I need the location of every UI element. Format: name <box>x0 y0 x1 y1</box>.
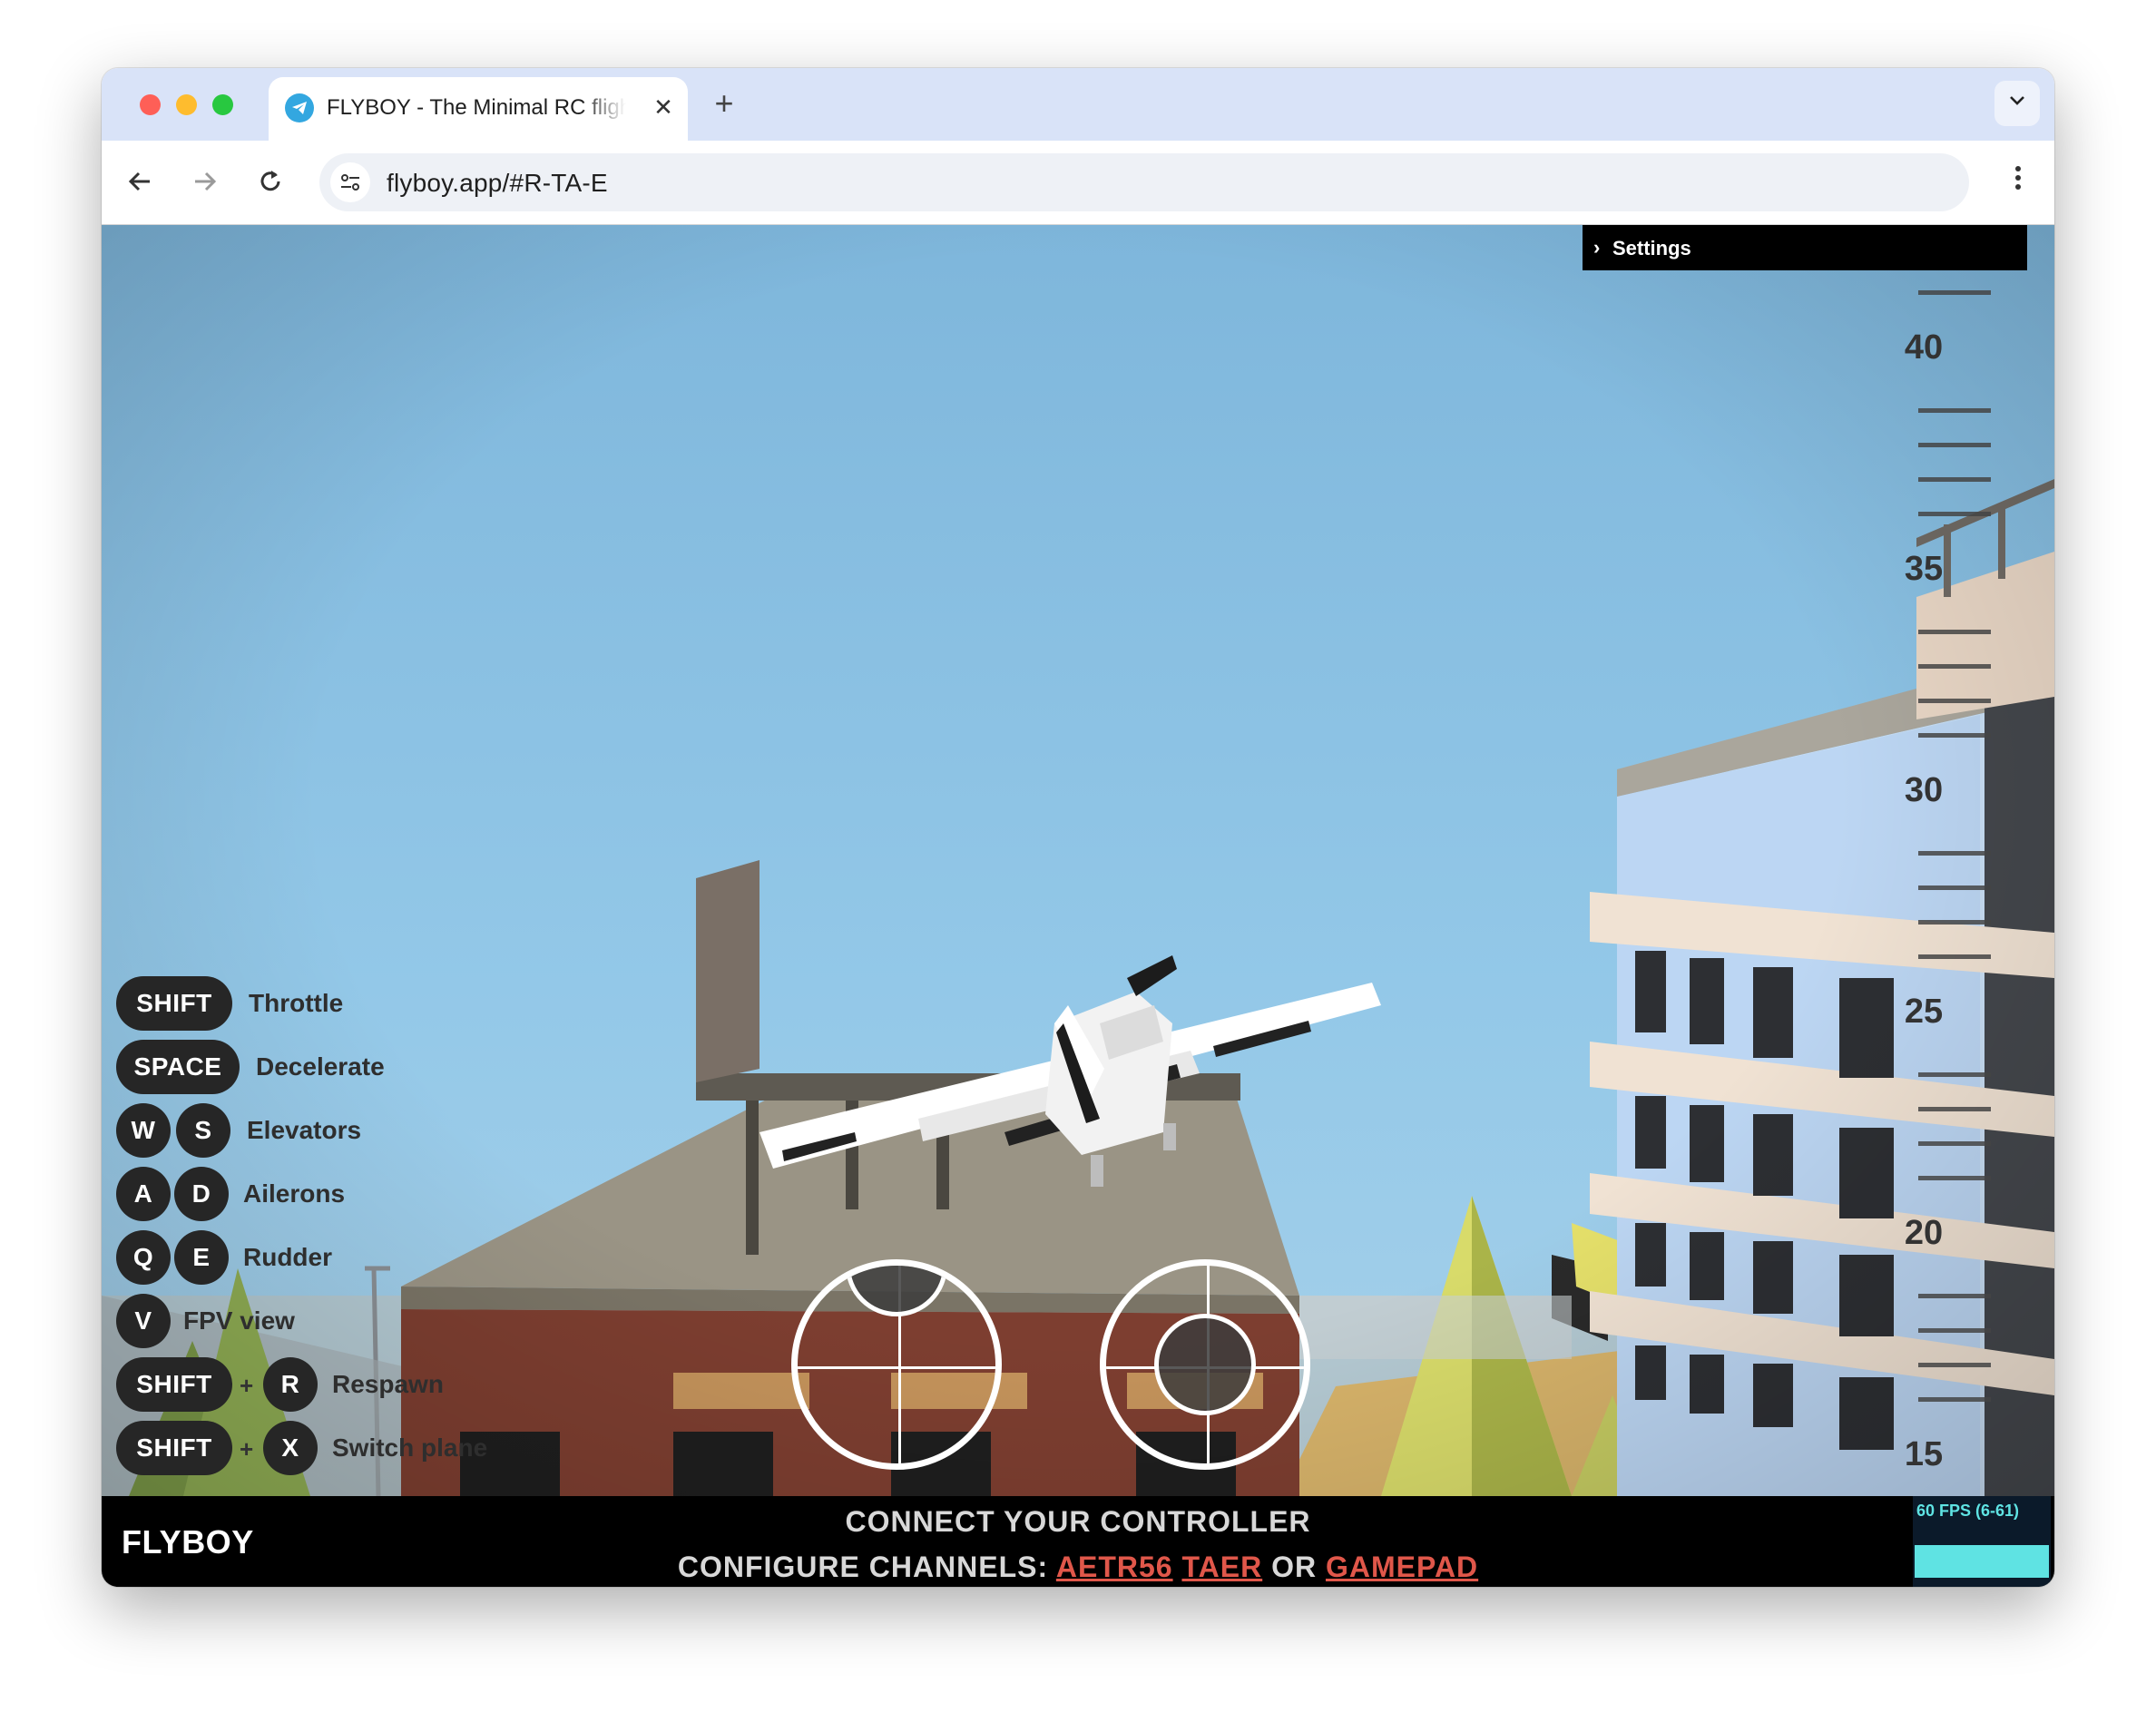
key-e: E <box>174 1230 229 1285</box>
altimeter-label: 35 <box>1904 550 1944 588</box>
control-label-decelerate: Decelerate <box>256 1052 385 1081</box>
settings-label: Settings <box>1612 237 1691 259</box>
key-shift: SHIFT <box>116 1357 232 1412</box>
control-label-respawn: Respawn <box>332 1370 444 1398</box>
back-button[interactable] <box>122 164 158 201</box>
control-label-switch-plane: Switch plane <box>332 1433 488 1462</box>
address-bar[interactable]: flyboy.app/#R-TA-E <box>319 153 1969 211</box>
forward-button[interactable] <box>187 164 223 201</box>
altimeter-tick <box>1918 954 1991 959</box>
connect-controller-text: CONNECT YOUR CONTROLLER <box>845 1505 1311 1538</box>
close-window-button[interactable] <box>140 94 161 115</box>
configure-prefix: CONFIGURE CHANNELS: <box>677 1551 1049 1583</box>
settings-panel-toggle[interactable]: › Settings <box>1583 225 2027 270</box>
altimeter-tick <box>1918 1176 1991 1180</box>
close-tab-icon[interactable]: ✕ <box>650 93 677 121</box>
minimize-window-button[interactable] <box>176 94 197 115</box>
right-stick-knob[interactable] <box>1154 1314 1256 1415</box>
tab-flyboy[interactable]: FLYBOY - The Minimal RC flight simulator… <box>269 77 688 141</box>
or-text: OR <box>1271 1551 1318 1583</box>
key-d: D <box>174 1167 229 1221</box>
key-space: SPACE <box>116 1040 240 1094</box>
configure-channels: CONFIGURE CHANNELS: AETR56 TAER OR GAMEP… <box>102 1551 2054 1584</box>
altimeter-tick <box>1918 1328 1991 1333</box>
tab-search-button[interactable] <box>1994 81 2040 126</box>
key-r: R <box>263 1357 318 1412</box>
link-gamepad[interactable]: GAMEPAD <box>1326 1551 1478 1583</box>
site-info-icon[interactable] <box>330 162 370 202</box>
altimeter-tick <box>1918 1397 1991 1402</box>
fps-graph <box>1915 1545 2049 1578</box>
url-text: flyboy.app/#R-TA-E <box>387 169 608 197</box>
arrow-right-icon <box>195 171 217 191</box>
altimeter-label: 30 <box>1904 771 1944 809</box>
fps-meter: 60 FPS (6-61) <box>1913 1496 2051 1587</box>
right-stick[interactable] <box>1100 1259 1310 1470</box>
altimeter-tick <box>1918 443 1991 447</box>
altimeter-tick <box>1918 1141 1991 1146</box>
maximize-window-button[interactable] <box>212 94 233 115</box>
altimeter-label: 20 <box>1904 1214 1944 1252</box>
altimeter-tick <box>1918 1072 1991 1077</box>
tab-title: FLYBOY - The Minimal RC flight simulator <box>327 95 626 120</box>
altimeter-tick <box>1918 920 1991 925</box>
roof-sign <box>696 860 760 1082</box>
link-taer[interactable]: TAER <box>1181 1551 1262 1583</box>
altimeter-label: 40 <box>1904 328 1944 367</box>
left-stick-knob[interactable] <box>846 1266 947 1316</box>
altimeter-tick <box>1918 290 1991 295</box>
altimeter-label: 15 <box>1904 1435 1944 1473</box>
key-v: V <box>116 1294 171 1348</box>
control-label-throttle: Throttle <box>249 989 344 1017</box>
key-q: Q <box>116 1230 171 1285</box>
control-label-rudder: Rudder <box>243 1243 332 1271</box>
altimeter-tick <box>1918 885 1991 890</box>
fps-label: 60 FPS (6-61) <box>1916 1502 2020 1520</box>
browser-menu-icon[interactable] <box>2000 164 2036 201</box>
control-label-fpv-view: FPV view <box>183 1306 295 1335</box>
link-aetr56[interactable]: AETR56 <box>1056 1551 1173 1583</box>
altimeter-tick <box>1918 1294 1991 1298</box>
bottom-bar: FLYBOY CONNECT YOUR CONTROLLER CONFIGURE… <box>102 1496 2054 1587</box>
plus-sign: + <box>240 1435 254 1463</box>
key-a: A <box>116 1167 171 1221</box>
control-label-elevators: Elevators <box>247 1116 362 1144</box>
control-label-ailerons: Ailerons <box>243 1179 346 1208</box>
altimeter-tick <box>1918 664 1991 669</box>
altimeter-tick <box>1918 630 1991 634</box>
tab-strip: FLYBOY - The Minimal RC flight simulator… <box>102 68 2054 141</box>
left-stick[interactable] <box>791 1259 1002 1470</box>
reload-icon <box>260 171 280 191</box>
game-scene[interactable] <box>102 225 2054 1496</box>
altimeter-tick <box>1918 408 1991 413</box>
game-viewport[interactable]: › Settings 40 35 30 25 20 15 SHIFT Throt… <box>102 225 2054 1587</box>
altimeter-tick <box>1918 733 1991 738</box>
altimeter-tick <box>1918 699 1991 703</box>
arrow-left-icon <box>128 171 150 191</box>
browser-toolbar: flyboy.app/#R-TA-E <box>102 141 2054 225</box>
altimeter-tick <box>1918 477 1991 482</box>
reload-button[interactable] <box>252 164 289 201</box>
paper-plane-icon <box>285 93 314 122</box>
key-shift: SHIFT <box>116 1421 232 1475</box>
key-w: W <box>116 1103 171 1158</box>
key-x: X <box>263 1421 318 1475</box>
altimeter-label: 25 <box>1904 993 1944 1031</box>
altimeter-tick <box>1918 1107 1991 1111</box>
chevron-right-icon: › <box>1593 236 1601 259</box>
key-s: S <box>176 1103 230 1158</box>
altimeter-tick <box>1918 512 1991 516</box>
plus-sign: + <box>240 1372 254 1399</box>
new-tab-icon[interactable]: + <box>708 87 740 121</box>
key-shift: SHIFT <box>116 976 232 1031</box>
altimeter-tick <box>1918 1363 1991 1367</box>
chevron-down-icon <box>2010 96 2024 105</box>
altimeter-tick <box>1918 851 1991 856</box>
browser-window: FLYBOY - The Minimal RC flight simulator… <box>102 68 2054 1587</box>
